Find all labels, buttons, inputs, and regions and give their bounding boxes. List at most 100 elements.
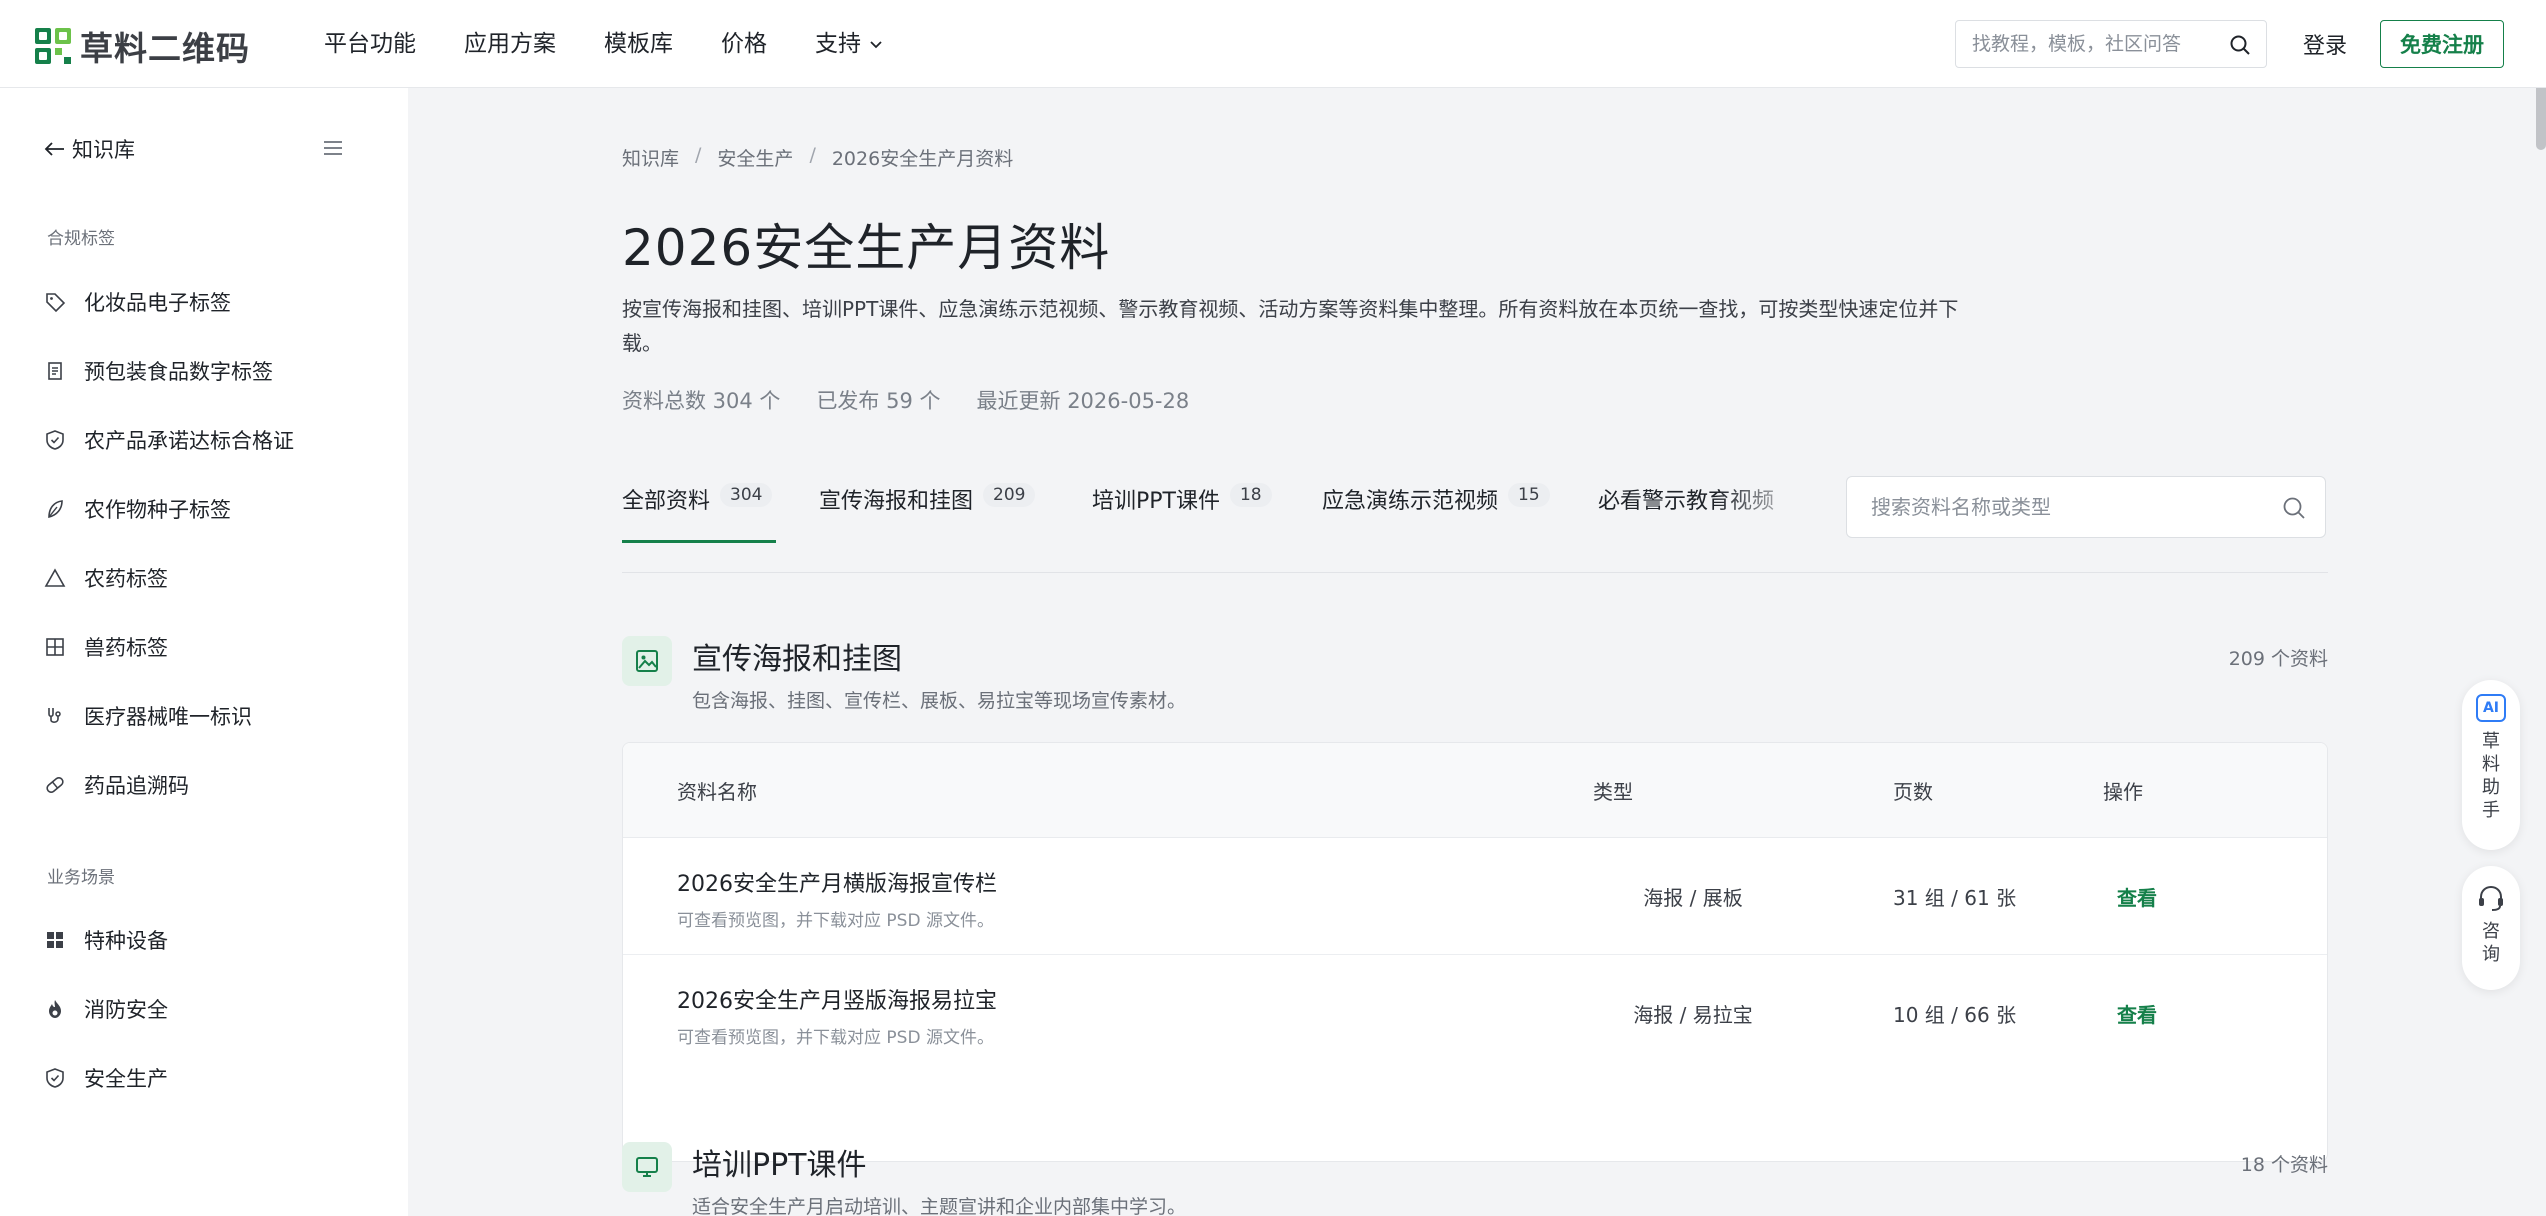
tag-icon	[46, 293, 66, 313]
sidebar-item-fire-safety[interactable]: 消防安全	[44, 991, 168, 1027]
sidebar-item-vet-drug-label[interactable]: 兽药标签	[44, 629, 168, 665]
headset-icon	[2479, 885, 2503, 911]
breadcrumb-separator: /	[809, 144, 816, 166]
row-description: 可查看预览图，并下载对应 PSD 源文件。	[677, 911, 994, 931]
resource-table: 资料名称 类型 页数 操作 2026安全生产月横版海报宣传栏 可查看预览图，并下…	[622, 742, 2328, 1162]
logo[interactable]: 草料二维码	[34, 22, 250, 70]
tab-posters[interactable]: 宣传海报和挂图 209	[819, 473, 1036, 543]
monitor-icon	[636, 1157, 658, 1177]
sidebar-item-label: 化妆品电子标签	[84, 291, 231, 315]
tab-ppt[interactable]: 培训PPT课件 18	[1092, 473, 1272, 543]
stat-published: 已发布 59 个	[816, 389, 941, 413]
sidebar-item-production-safety[interactable]: 安全生产	[44, 1060, 168, 1096]
column-header-action: 操作	[2103, 780, 2143, 804]
ai-badge-text: AI	[2482, 700, 2500, 716]
sidebar-item-label: 医疗器械唯一标识	[84, 705, 252, 729]
main-content: 知识库 / 安全生产 / 2026安全生产月资料 2026安全生产月资料 按宣传…	[408, 88, 2546, 1216]
search-icon[interactable]	[2228, 33, 2252, 57]
breadcrumb-item-knowledge-base[interactable]: 知识库	[622, 144, 679, 171]
tab-count-badge: 15	[1508, 483, 1550, 507]
sidebar: 知识库 合规标签 化妆品电子标签 预包装食品数字标签 农产品承诺达标合格证 农作…	[0, 88, 408, 1216]
resource-search	[1846, 476, 2326, 538]
view-link[interactable]: 查看	[2117, 999, 2157, 1028]
sidebar-item-special-equipment[interactable]: 特种设备	[44, 922, 168, 958]
sidebar-item-label: 农产品承诺达标合格证	[84, 429, 294, 453]
stat-total: 资料总数 304 个	[622, 389, 781, 413]
sidebar-item-pesticide-label[interactable]: 农药标签	[44, 560, 168, 596]
tab-count-badge: 209	[983, 483, 1036, 507]
sidebar-item-seed-label[interactable]: 农作物种子标签	[44, 491, 231, 527]
stats-row: 资料总数 304 个 已发布 59 个 最近更新 2026-05-28	[622, 385, 1189, 415]
logo-icon	[35, 28, 71, 64]
tab-label: 全部资料	[622, 489, 711, 514]
ai-assistant-label: 草料助手	[2482, 731, 2500, 821]
tab-count-badge: 18	[1229, 483, 1272, 507]
sidebar-item-label: 农作物种子标签	[84, 498, 231, 522]
consult-button[interactable]: 咨询	[2462, 866, 2520, 990]
shield-check-icon	[46, 1068, 64, 1088]
sidebar-item-agri-certificate[interactable]: 农产品承诺达标合格证	[44, 422, 294, 458]
pill-icon	[46, 776, 64, 794]
header-search	[1955, 20, 2267, 68]
search-icon[interactable]	[2281, 495, 2307, 521]
top-navbar: 草料二维码 平台功能 应用方案 模板库 价格 支持 登录 免费注册	[0, 0, 2546, 88]
nav-item-pricing[interactable]: 价格	[721, 27, 767, 61]
sidebar-group-compliance: 合规标签	[47, 229, 115, 249]
triangle-icon	[44, 568, 66, 587]
sidebar-item-food-label[interactable]: 预包装食品数字标签	[44, 353, 273, 389]
tab-warning-videos[interactable]: 必看警示教育视频	[1598, 473, 1814, 543]
document-icon	[48, 362, 62, 380]
ai-assistant-icon: AI	[2476, 694, 2506, 722]
row-pages: 10 组 / 66 张	[1893, 1003, 2017, 1027]
tab-label: 培训PPT课件	[1092, 489, 1220, 514]
breadcrumb-separator: /	[695, 144, 702, 166]
back-label: 知识库	[72, 138, 135, 162]
signup-button[interactable]: 免费注册	[2380, 20, 2504, 68]
section-subtitle-ppt: 适合安全生产月启动培训、主题宣讲和企业内部集中学习。	[692, 1196, 1187, 1216]
breadcrumb-item-production-safety[interactable]: 安全生产	[717, 144, 793, 171]
shield-check-icon	[46, 430, 64, 450]
arrow-left-icon	[44, 142, 64, 156]
nav-item-support[interactable]: 支持	[815, 27, 883, 61]
nav-item-templates[interactable]: 模板库	[604, 27, 673, 61]
header-search-input[interactable]	[1956, 21, 2206, 67]
flame-icon	[49, 1000, 61, 1018]
table-row: 2026安全生产月横版海报宣传栏 可查看预览图，并下载对应 PSD 源文件。 海…	[623, 838, 2327, 955]
ai-assistant-button[interactable]: AI 草料助手	[2462, 680, 2520, 850]
logo-text: 草料二维码	[80, 29, 250, 68]
section-icon-badge	[622, 1142, 672, 1192]
sidebar-item-cosmetics[interactable]: 化妆品电子标签	[44, 284, 231, 320]
tabs-divider	[622, 572, 2328, 573]
login-link[interactable]: 登录	[2303, 28, 2347, 60]
tab-count-badge: 304	[720, 483, 773, 507]
tab-label: 必看警示教育视频	[1598, 489, 1775, 514]
column-header-type: 类型	[1593, 780, 1633, 804]
section-count-posters: 209 个资料	[2228, 648, 2328, 670]
tab-label: 宣传海报和挂图	[819, 489, 974, 514]
sidebar-item-label: 药品追溯码	[84, 774, 189, 798]
sidebar-item-medical-udi[interactable]: 医疗器械唯一标识	[44, 698, 252, 734]
sidebar-item-label: 安全生产	[84, 1067, 168, 1091]
nav-item-support-label: 支持	[815, 31, 861, 57]
consult-label: 咨询	[2482, 921, 2500, 965]
sidebar-item-label: 农药标签	[84, 567, 168, 591]
stethoscope-icon	[48, 708, 61, 723]
sidebar-item-label: 预包装食品数字标签	[84, 360, 273, 384]
section-title-posters: 宣传海报和挂图	[692, 642, 902, 677]
nav-item-platform[interactable]: 平台功能	[324, 27, 416, 61]
tab-drill-videos[interactable]: 应急演练示范视频 15	[1322, 473, 1550, 543]
section-subtitle-posters: 包含海报、挂图、宣传栏、展板、易拉宝等现场宣传素材。	[692, 690, 1187, 712]
back-to-knowledge-base[interactable]: 知识库	[44, 134, 135, 164]
resource-search-input[interactable]	[1847, 477, 2247, 537]
tab-label: 应急演练示范视频	[1322, 489, 1499, 514]
nav-item-solutions[interactable]: 应用方案	[464, 27, 556, 61]
sidebar-item-drug-trace[interactable]: 药品追溯码	[44, 767, 189, 803]
column-header-name: 资料名称	[677, 780, 757, 804]
row-type: 海报 / 易拉宝	[1633, 1003, 1753, 1027]
view-link[interactable]: 查看	[2117, 882, 2157, 911]
tab-all[interactable]: 全部资料 304	[622, 473, 776, 543]
leaf-icon	[48, 500, 63, 519]
sidebar-group-business: 业务场景	[47, 868, 115, 888]
menu-icon[interactable]	[322, 138, 344, 158]
sidebar-item-label: 兽药标签	[84, 636, 168, 660]
